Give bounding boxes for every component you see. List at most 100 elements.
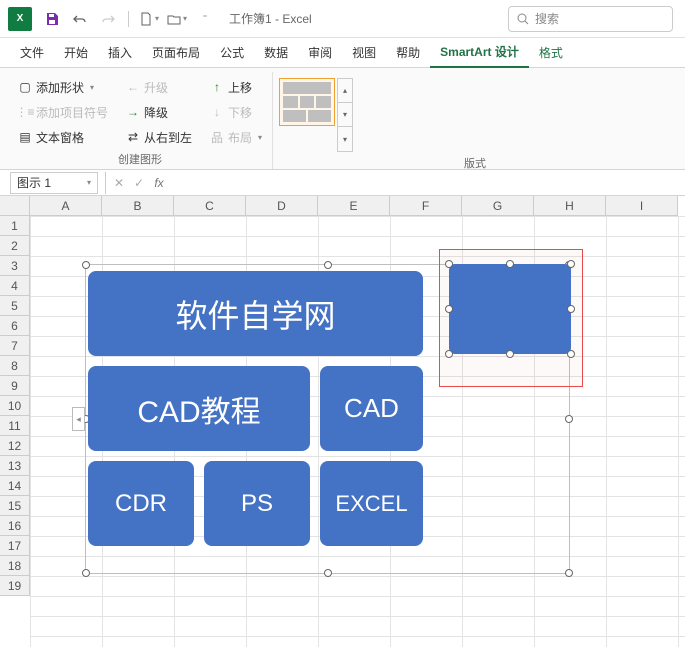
- confirm-icon[interactable]: ✓: [129, 172, 149, 194]
- smartart-block-mid2[interactable]: CAD: [320, 366, 423, 451]
- row-header[interactable]: 18: [0, 556, 30, 576]
- row-header[interactable]: 5: [0, 296, 30, 316]
- tab-home[interactable]: 开始: [54, 38, 98, 68]
- tab-smartart-design[interactable]: SmartArt 设计: [430, 38, 529, 68]
- tab-file[interactable]: 文件: [10, 38, 54, 68]
- resize-handle[interactable]: [567, 305, 575, 313]
- row-header[interactable]: 3: [0, 256, 30, 276]
- right-arrow-icon: →: [126, 105, 140, 119]
- smartart-block-title[interactable]: 软件自学网: [88, 271, 423, 356]
- chevron-down-icon[interactable]: ▾: [87, 178, 91, 187]
- column-header[interactable]: A: [30, 196, 102, 216]
- move-up-button[interactable]: ↑上移: [206, 76, 266, 98]
- column-header[interactable]: C: [174, 196, 246, 216]
- new-file-icon[interactable]: ▾: [137, 7, 161, 31]
- text-pane-button[interactable]: ▤文本窗格: [14, 126, 112, 148]
- rtl-icon: ⇄: [126, 130, 140, 144]
- column-header[interactable]: F: [390, 196, 462, 216]
- demote-button[interactable]: →降级: [122, 101, 196, 123]
- row-header[interactable]: 17: [0, 536, 30, 556]
- row-header[interactable]: 13: [0, 456, 30, 476]
- undo-icon[interactable]: [68, 7, 92, 31]
- window-title: 工作簿1 - Excel: [229, 10, 312, 27]
- promote-button[interactable]: ←升级: [122, 76, 196, 98]
- tab-insert[interactable]: 插入: [98, 38, 142, 68]
- smartart-block-s1[interactable]: CDR: [88, 461, 194, 546]
- row-header[interactable]: 11: [0, 416, 30, 436]
- row-header[interactable]: 9: [0, 376, 30, 396]
- resize-handle[interactable]: [324, 261, 332, 269]
- add-shape-icon: ▢: [18, 80, 32, 94]
- row-header[interactable]: 15: [0, 496, 30, 516]
- resize-handle[interactable]: [324, 569, 332, 577]
- smartart-block-new[interactable]: [449, 264, 571, 354]
- tab-help[interactable]: 帮助: [386, 38, 430, 68]
- group-label-create: 创建图形: [14, 148, 266, 170]
- resize-handle[interactable]: [445, 350, 453, 358]
- resize-handle[interactable]: [82, 261, 90, 269]
- resize-handle[interactable]: [506, 350, 514, 358]
- resize-handle[interactable]: [445, 305, 453, 313]
- add-shape-button[interactable]: ▢添加形状▾: [14, 76, 112, 98]
- select-all-corner[interactable]: [0, 196, 30, 216]
- gallery-more-icon[interactable]: ▾: [338, 127, 352, 151]
- tab-layout[interactable]: 页面布局: [142, 38, 210, 68]
- column-header[interactable]: I: [606, 196, 678, 216]
- row-header[interactable]: 8: [0, 356, 30, 376]
- tab-review[interactable]: 审阅: [298, 38, 342, 68]
- column-header[interactable]: B: [102, 196, 174, 216]
- rtl-button[interactable]: ⇄从右到左: [122, 126, 196, 148]
- qat-customize-icon[interactable]: ⁼: [193, 7, 217, 31]
- ribbon-tabs: 文件 开始 插入 页面布局 公式 数据 审阅 视图 帮助 SmartArt 设计…: [0, 38, 685, 68]
- row-header[interactable]: 4: [0, 276, 30, 296]
- open-folder-icon[interactable]: ▾: [165, 7, 189, 31]
- resize-handle[interactable]: [567, 350, 575, 358]
- row-header[interactable]: 14: [0, 476, 30, 496]
- row-header[interactable]: 1: [0, 216, 30, 236]
- name-box[interactable]: 图示 1 ▾: [10, 172, 98, 194]
- resize-handle[interactable]: [565, 569, 573, 577]
- formula-input[interactable]: [169, 172, 685, 194]
- bullet-icon: ⋮≡: [18, 105, 32, 119]
- row-header[interactable]: 16: [0, 516, 30, 536]
- smartart-block-s3[interactable]: EXCEL: [320, 461, 423, 546]
- row-header[interactable]: 6: [0, 316, 30, 336]
- tab-formula[interactable]: 公式: [210, 38, 254, 68]
- gallery-down-icon[interactable]: ▾: [338, 103, 352, 127]
- up-arrow-icon: ↑: [210, 80, 224, 94]
- layout-thumb-1[interactable]: [279, 78, 335, 126]
- row-header[interactable]: 10: [0, 396, 30, 416]
- resize-handle[interactable]: [506, 260, 514, 268]
- gallery-up-icon[interactable]: ▴: [338, 79, 352, 103]
- layout-button[interactable]: 品布局▾: [206, 126, 266, 148]
- row-header[interactable]: 12: [0, 436, 30, 456]
- tab-data[interactable]: 数据: [254, 38, 298, 68]
- column-header[interactable]: G: [462, 196, 534, 216]
- resize-handle[interactable]: [565, 415, 573, 423]
- resize-handle[interactable]: [445, 260, 453, 268]
- search-placeholder: 搜索: [535, 10, 559, 27]
- save-icon[interactable]: [40, 7, 64, 31]
- cancel-icon[interactable]: ✕: [109, 172, 129, 194]
- tab-view[interactable]: 视图: [342, 38, 386, 68]
- fx-icon[interactable]: fx: [149, 172, 169, 194]
- add-bullet-button[interactable]: ⋮≡添加项目符号: [14, 101, 112, 123]
- column-header[interactable]: E: [318, 196, 390, 216]
- resize-handle[interactable]: [82, 569, 90, 577]
- row-header[interactable]: 7: [0, 336, 30, 356]
- text-pane-toggle[interactable]: ◂: [72, 407, 85, 431]
- tab-format[interactable]: 格式: [529, 38, 573, 68]
- resize-handle[interactable]: [567, 260, 575, 268]
- row-header[interactable]: 19: [0, 576, 30, 596]
- smartart-block-s2[interactable]: PS: [204, 461, 310, 546]
- redo-icon[interactable]: [96, 7, 120, 31]
- excel-app-icon: X: [8, 7, 32, 31]
- column-header[interactable]: H: [534, 196, 606, 216]
- move-down-button[interactable]: ↓下移: [206, 101, 266, 123]
- gallery-scroll: ▴ ▾ ▾: [337, 78, 353, 152]
- smartart-block-mid1[interactable]: CAD教程: [88, 366, 310, 451]
- search-input[interactable]: 搜索: [508, 6, 673, 32]
- cells-area[interactable]: ◂ 软件自学网 CAD教程 CAD CDR PS EXCEL: [30, 216, 685, 647]
- column-header[interactable]: D: [246, 196, 318, 216]
- row-header[interactable]: 2: [0, 236, 30, 256]
